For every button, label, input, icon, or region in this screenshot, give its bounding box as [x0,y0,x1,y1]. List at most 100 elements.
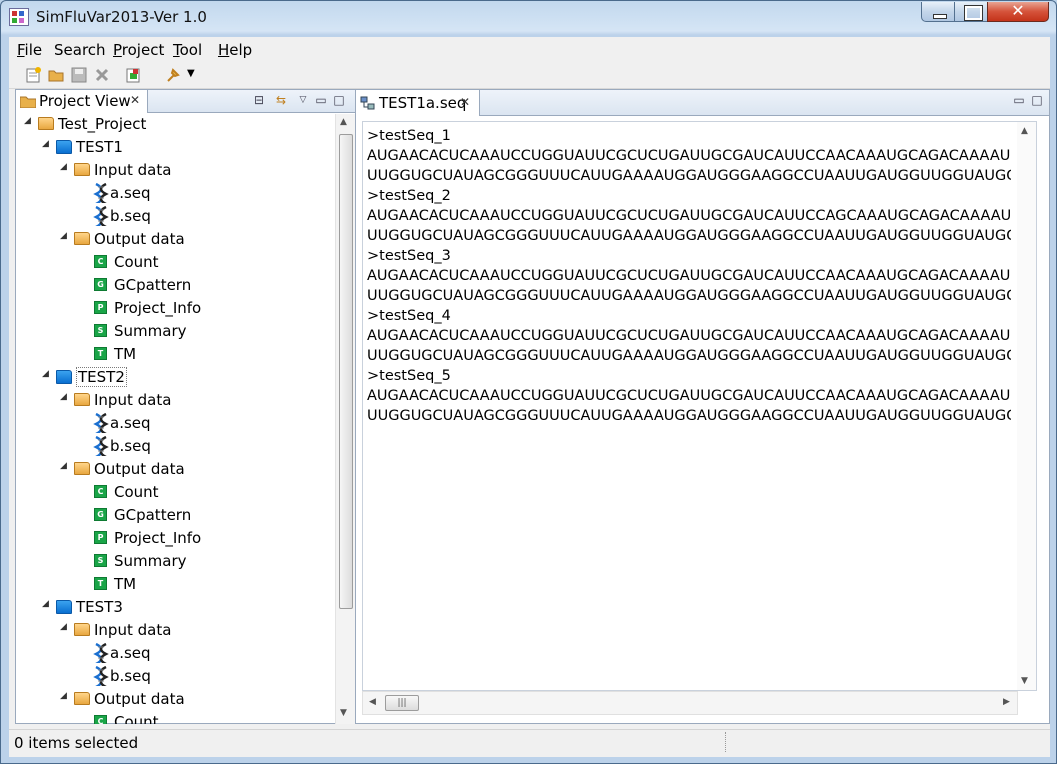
menu-search[interactable]: Search [54,41,106,59]
expand-toggle-icon[interactable]: ◢ [60,461,67,471]
new-project-icon[interactable] [25,67,42,83]
sequence-line: AUGAACACUCAAAUCCUGGUAUUCGCUCUGAUUGCGAUCA… [367,148,1011,164]
minimize-view-icon[interactable]: ▭ [1012,94,1026,107]
tree-item[interactable]: a.seq [16,643,334,665]
expand-toggle-icon[interactable]: ◢ [60,622,67,632]
menu-bar: File Search Project Tool Help [9,37,1050,61]
menu-tool[interactable]: Tool [173,41,202,59]
maximize-button[interactable] [954,2,988,22]
link-editor-icon[interactable]: ⇆ [274,94,288,107]
tree-item-label: TEST2 [76,367,127,387]
expand-toggle-icon[interactable]: ◢ [42,369,49,379]
expand-toggle-icon[interactable]: ◢ [24,116,31,126]
status-separator [725,732,726,752]
tree-item-label: Output data [94,690,185,708]
collapse-all-icon[interactable]: ⊟ [252,94,266,107]
toolbar: ▼ [9,61,1050,89]
file-t-icon: T [94,347,107,360]
editor-vertical-scrollbar[interactable]: ▲ ▼ [1017,122,1036,690]
tree-item[interactable]: b.seq [16,436,334,458]
tree-item-label: Output data [94,460,185,478]
tree-item[interactable]: ◢ Test_Project [16,114,334,136]
tab-project-view[interactable]: Project View ✕ [16,90,148,113]
tree-item-label: TM [114,575,137,593]
open-folder-icon[interactable] [48,67,65,83]
expand-toggle-icon[interactable]: ◢ [60,392,67,402]
tree-item[interactable]: ◢ TEST1 [16,137,334,159]
expand-toggle-icon[interactable]: ◢ [60,231,67,241]
expand-toggle-icon[interactable]: ◢ [60,162,67,172]
tree-item[interactable]: S Summary [16,551,334,573]
tab-test1a-seq[interactable]: TEST1a.seq ✕ [356,90,480,116]
editor-horizontal-scrollbar[interactable]: ◀ ||| ▶ [362,691,1018,715]
title-bar[interactable]: SimFluVar2013-Ver 1.0 ✕ [1,1,1056,35]
sequence-line: AUGAACACUCAAAUCCUGGUAUUCGCUCUGAUUGCGAUCA… [367,208,1011,224]
menu-file[interactable]: File [17,41,42,59]
tree-item[interactable]: C Count [16,482,334,504]
run-tool-icon[interactable] [165,67,182,83]
tree-item[interactable]: ◢ Output data [16,459,334,481]
save-icon[interactable] [71,67,88,83]
tree-scrollbar[interactable]: ▲ ▼ [335,114,355,724]
close-tab-icon[interactable]: ✕ [460,95,470,109]
sequence-line: AUGAACACUCAAAUCCUGGUAUUCGCUCUGAUUGCGAUCA… [367,388,1011,404]
export-icon[interactable] [125,67,142,83]
tree-item[interactable]: C Count [16,252,334,274]
expand-toggle-icon[interactable]: ◢ [42,599,49,609]
tree-item[interactable]: P Project_Info [16,528,334,550]
scroll-up-icon[interactable]: ▲ [340,117,347,127]
tree-item[interactable]: ◢ TEST2 [16,367,334,389]
scroll-up-icon[interactable]: ▲ [1021,126,1028,136]
file-p-icon: P [94,531,107,544]
sequence-line: >testSeq_1 [367,128,451,144]
editor-scrollbar-thumb[interactable]: ||| [385,695,419,711]
maximize-view-icon[interactable]: □ [1030,94,1044,107]
file-g-icon: G [94,508,107,521]
tree-item[interactable]: a.seq [16,413,334,435]
tree-item[interactable]: ◢ Input data [16,160,334,182]
menu-project[interactable]: Project [113,41,164,59]
tree-item-label: Summary [114,322,187,340]
sequence-file-icon [360,96,375,110]
tree-item-label: GCpattern [114,506,192,524]
chevron-down-icon[interactable]: ▼ [187,68,204,84]
sequence-line: AUGAACACUCAAAUCCUGGUAUUCGCUCUGAUUGCGAUCA… [367,328,1011,344]
file-c-icon: C [94,485,107,498]
minimize-view-icon[interactable]: ▭ [314,94,328,107]
tree-scrollbar-thumb[interactable] [339,134,353,609]
sequence-line: UUGGUGCUAUAGCGGGUUUCAUUGAAAAUGGAUGGGAAGG… [367,168,1011,184]
tree-item[interactable]: b.seq [16,666,334,688]
scroll-down-icon[interactable]: ▼ [1021,676,1028,686]
scroll-down-icon[interactable]: ▼ [340,708,347,718]
tree-item[interactable]: C Count [16,712,334,724]
tree-item[interactable]: ◢ Output data [16,689,334,711]
expand-toggle-icon[interactable]: ◢ [42,139,49,149]
folder-open-icon [74,163,90,176]
tree-item[interactable]: T TM [16,574,334,596]
maximize-view-icon[interactable]: □ [332,94,346,107]
tree-item[interactable]: T TM [16,344,334,366]
tree-item[interactable]: ◢ Output data [16,229,334,251]
tree-item[interactable]: G GCpattern [16,275,334,297]
sequence-editor[interactable]: >testSeq_1 AUGAACACUCAAAUCCUGGUAUUCGCUCUG… [362,121,1037,691]
menu-help[interactable]: Help [218,41,252,59]
tree-item-label: Project_Info [114,529,202,547]
app-window: SimFluVar2013-Ver 1.0 ✕ File Search Proj… [0,0,1057,764]
tree-item[interactable]: a.seq [16,183,334,205]
expand-toggle-icon[interactable]: ◢ [60,691,67,701]
tree-item[interactable]: ◢ TEST3 [16,597,334,619]
tree-item[interactable]: b.seq [16,206,334,228]
scroll-right-icon[interactable]: ▶ [1003,697,1010,707]
view-menu-icon[interactable]: ▽ [296,94,310,107]
close-tab-icon[interactable]: ✕ [130,93,140,107]
delete-icon[interactable] [94,67,111,83]
close-button[interactable]: ✕ [987,2,1049,22]
scroll-left-icon[interactable]: ◀ [369,697,376,707]
tree-item[interactable]: G GCpattern [16,505,334,527]
minimize-button[interactable] [921,2,955,22]
tree-item[interactable]: ◢ Input data [16,390,334,412]
project-view-title: Project View [39,92,131,110]
tree-item[interactable]: S Summary [16,321,334,343]
tree-item[interactable]: ◢ Input data [16,620,334,642]
tree-item[interactable]: P Project_Info [16,298,334,320]
